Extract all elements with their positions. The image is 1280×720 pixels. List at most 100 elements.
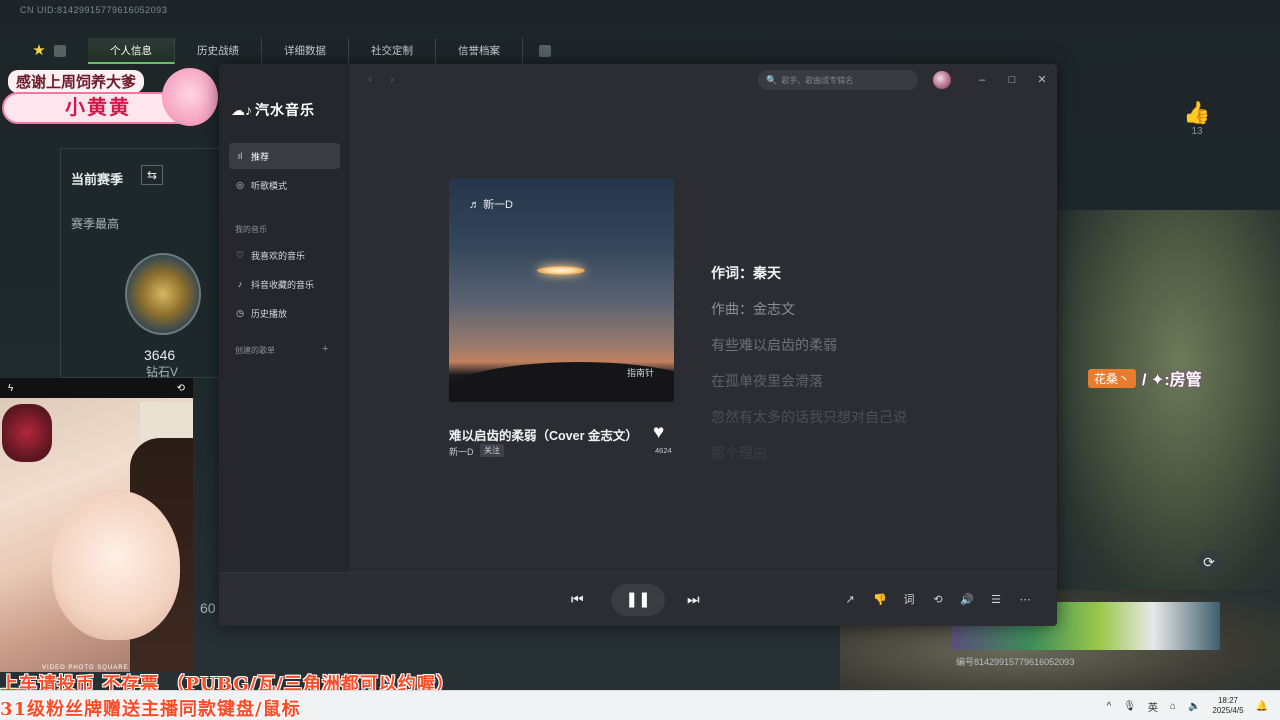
- swap-icon[interactable]: ⇆: [141, 165, 163, 185]
- repeat-icon[interactable]: ⟲: [930, 592, 946, 608]
- share-icon[interactable]: ↗: [842, 592, 858, 608]
- sidebar-item-label: 历史播放: [251, 308, 288, 319]
- app-name: 汽水音乐: [255, 102, 315, 118]
- music-sidebar: ☁♪ 汽水音乐 ıl 推荐 ◎ 听歌模式 我的音乐 ♡ 我喜欢的音乐 ♪ 抖音收…: [219, 64, 350, 572]
- history-icon: ◷: [236, 307, 244, 318]
- volume-icon[interactable]: 🔊: [959, 592, 975, 608]
- star-icon[interactable]: ★: [30, 42, 48, 60]
- clock-time: 18:27: [1217, 696, 1238, 705]
- tiktok-icon: ♪: [237, 279, 243, 289]
- gift-thanks-text: 感谢上周饲养大爹: [8, 70, 145, 93]
- close-button[interactable]: ✕: [1034, 72, 1050, 88]
- shortcut-e-icon[interactable]: [539, 45, 551, 57]
- cam-topbar: ϟ ⟲: [0, 378, 193, 398]
- tab-details[interactable]: 详细数据: [262, 38, 349, 64]
- album-ufo: [537, 266, 585, 275]
- clock[interactable]: 18:27 2025/4/5: [1212, 696, 1243, 716]
- sidebar-item-douyin[interactable]: ♪ 抖音收藏的音乐: [229, 271, 340, 297]
- player-bar: ⏮ ❚❚ ⏭ ↗ 👎 词 ⟲ 🔊 ☰ ⋯: [219, 572, 1057, 626]
- network-icon[interactable]: ⌂: [1170, 701, 1176, 712]
- playlist-icon[interactable]: ☰: [988, 592, 1004, 608]
- microphone-icon[interactable]: 🎙: [1123, 701, 1136, 712]
- next-icon[interactable]: ⏭: [687, 591, 700, 608]
- dislike-icon[interactable]: 👎: [872, 592, 888, 608]
- system-tray: ^ 🎙 英 ⌂ 🔈 18:27 2025/4/5 🔔: [1107, 691, 1280, 720]
- lyric-line: 那个理由: [711, 445, 767, 461]
- refresh-icon[interactable]: ⟳: [1197, 550, 1221, 574]
- album-artist-name: 新一D: [483, 199, 514, 211]
- left-number: 60: [200, 600, 216, 616]
- thumbs-up-icon[interactable]: 👍: [1182, 100, 1212, 126]
- mod-role-text: 房管: [1169, 372, 1202, 389]
- music-topbar: ‹ › 🔍 – □ ✕: [350, 64, 1057, 96]
- sidebar-item-label: 我喜欢的音乐: [251, 250, 306, 261]
- maximize-button[interactable]: □: [1004, 72, 1020, 88]
- created-playlists-header: 创建的歌单: [235, 346, 275, 355]
- tab-reputation[interactable]: 信誉档案: [436, 38, 523, 64]
- back-arrow-icon[interactable]: ‹: [368, 72, 372, 86]
- game-tab-bar: ★ 个人信息 历史战绩 详细数据 社交定制 信誉档案: [30, 38, 551, 64]
- album-signature: 指南针: [627, 368, 655, 378]
- more-icon[interactable]: ⋯: [1017, 592, 1033, 608]
- season-panel: 当前赛季 ⇆ 赛季最高 3646 钻石V: [60, 148, 220, 379]
- webcam-overlay: ϟ ⟲ VIDEO PHOTO SQUARE: [0, 378, 193, 672]
- sidebar-item-recommend[interactable]: ıl 推荐: [229, 143, 340, 169]
- chevron-up-icon[interactable]: ^: [1107, 701, 1112, 712]
- song-title: 难以启齿的柔弱（Cover 金志文）: [449, 429, 638, 443]
- mod-role: / ✦:房管: [1142, 372, 1202, 389]
- lyric-line: 作曲：金志文: [711, 301, 795, 317]
- music-logo[interactable]: ☁♪ 汽水音乐: [231, 100, 315, 120]
- sidebar-item-history[interactable]: ◷ 历史播放: [229, 300, 340, 326]
- cam-object: [2, 404, 52, 462]
- previous-icon[interactable]: ⏮: [571, 591, 584, 608]
- sidebar-item-label: 听歌模式: [251, 180, 288, 191]
- lyrics-icon[interactable]: 词: [901, 592, 917, 608]
- heart-icon[interactable]: ♥: [653, 422, 664, 444]
- pause-button[interactable]: ❚❚: [611, 584, 665, 616]
- album-artist-text: ♬ 新一D: [469, 199, 514, 211]
- speaker-icon[interactable]: 🔈: [1188, 701, 1200, 712]
- camera-switch-icon: ⟲: [176, 382, 185, 394]
- lyric-line: 忽然有太多的话我只想对自己说: [711, 409, 907, 425]
- cam-face: [52, 490, 180, 640]
- search-box[interactable]: 🔍: [758, 70, 918, 90]
- minimize-button[interactable]: –: [974, 72, 990, 88]
- add-playlist-icon[interactable]: +: [322, 343, 328, 355]
- ime-icon[interactable]: 英: [1148, 699, 1158, 714]
- like-widget[interactable]: 👍 13: [1182, 100, 1212, 137]
- season-best-label: 赛季最高: [71, 217, 120, 231]
- mod-tag: 花桑丶: [1088, 368, 1137, 388]
- moderator-overlay: 花桑丶 / ✦:房管: [1088, 366, 1202, 390]
- equalizer-icon: ıl: [237, 151, 243, 161]
- flash-icon: ϟ: [8, 382, 14, 394]
- follow-button[interactable]: 关注: [480, 444, 504, 457]
- search-input[interactable]: [781, 75, 912, 85]
- shortcut-q-icon[interactable]: [54, 45, 66, 57]
- season-title: 当前赛季: [71, 172, 124, 187]
- forward-arrow-icon[interactable]: ›: [390, 72, 394, 86]
- song-artist[interactable]: 新一D: [449, 445, 474, 458]
- tab-profile[interactable]: 个人信息: [88, 38, 175, 64]
- sidebar-item-listen-mode[interactable]: ◎ 听歌模式: [229, 172, 340, 198]
- tab-social[interactable]: 社交定制: [349, 38, 436, 64]
- sidebar-item-label: 推荐: [251, 151, 270, 162]
- lyric-line: 作词：秦天: [711, 265, 781, 281]
- character-backpack: [1058, 210, 1280, 590]
- sidebar-item-label: 抖音收藏的音乐: [251, 279, 315, 290]
- uid-bottom: 编号8142991577961605209З: [956, 657, 1075, 667]
- notification-icon[interactable]: 🔔: [1256, 701, 1268, 712]
- my-music-header: 我的音乐: [235, 225, 267, 234]
- compass-icon: ◎: [236, 179, 244, 190]
- sidebar-item-liked[interactable]: ♡ 我喜欢的音乐: [229, 242, 340, 268]
- avatar[interactable]: [933, 71, 951, 89]
- album-cover[interactable]: ♬ 新一D 指南针: [449, 178, 674, 402]
- search-icon: 🔍: [766, 74, 778, 85]
- history-nav: ‹ ›: [368, 72, 394, 86]
- music-window: ☁♪ 汽水音乐 ıl 推荐 ◎ 听歌模式 我的音乐 ♡ 我喜欢的音乐 ♪ 抖音收…: [219, 64, 1057, 626]
- tab-history[interactable]: 历史战绩: [175, 38, 262, 64]
- clock-date: 2025/4/5: [1212, 706, 1244, 715]
- cloud-note-icon: ☁♪: [231, 101, 252, 118]
- like-count: 13: [1191, 126, 1203, 137]
- song-like-count: 4624: [655, 446, 672, 455]
- rank-emblem-icon: [125, 253, 201, 335]
